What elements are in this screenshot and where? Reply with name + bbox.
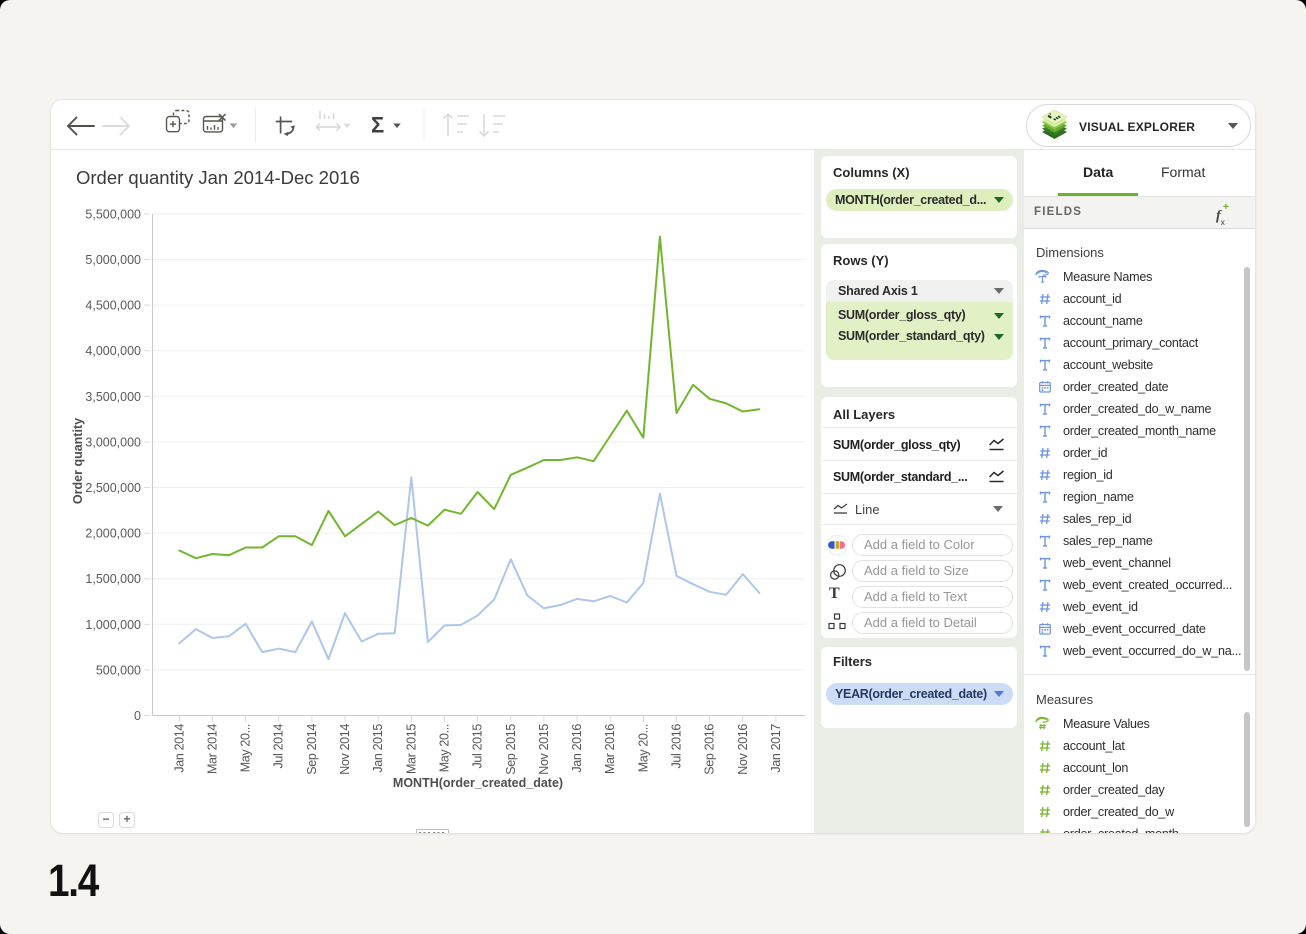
svg-text:Sep 2014: Sep 2014 <box>305 724 319 775</box>
svg-text:0: 0 <box>134 709 141 723</box>
svg-text:5,500,000: 5,500,000 <box>85 207 141 221</box>
svg-text:Jan 2014: Jan 2014 <box>172 724 186 773</box>
svg-text:Σ: Σ <box>371 113 384 138</box>
svg-text:Mar 2015: Mar 2015 <box>404 724 418 774</box>
svg-text:3,500,000: 3,500,000 <box>85 390 141 404</box>
svg-text:1,500,000: 1,500,000 <box>85 572 141 586</box>
svg-text:Jul 2016: Jul 2016 <box>670 724 684 769</box>
svg-text:5,000,000: 5,000,000 <box>85 253 141 267</box>
svg-text:4,000,000: 4,000,000 <box>85 344 141 358</box>
svg-text:3,000,000: 3,000,000 <box>85 435 141 449</box>
svg-text:Nov 2016: Nov 2016 <box>736 724 750 775</box>
svg-text:1,000,000: 1,000,000 <box>85 618 141 632</box>
svg-text:MONTH(order_created_date): MONTH(order_created_date) <box>393 776 563 790</box>
svg-text:May 20...: May 20... <box>636 724 650 772</box>
svg-text:Sep 2016: Sep 2016 <box>703 724 717 775</box>
svg-text:Nov 2014: Nov 2014 <box>338 724 352 775</box>
svg-text:2,000,000: 2,000,000 <box>85 527 141 541</box>
svg-text:Mar 2014: Mar 2014 <box>205 724 219 774</box>
svg-text:4,500,000: 4,500,000 <box>85 299 141 313</box>
svg-text:Jan 2017: Jan 2017 <box>769 724 783 773</box>
svg-text:Sep 2015: Sep 2015 <box>504 724 518 775</box>
svg-text:May 20...: May 20... <box>438 724 452 772</box>
svg-text:May 20...: May 20... <box>239 724 253 772</box>
svg-text:Jul 2015: Jul 2015 <box>471 724 485 769</box>
svg-text:Mar 2016: Mar 2016 <box>603 724 617 774</box>
svg-text:Jan 2016: Jan 2016 <box>570 724 584 773</box>
svg-text:Order quantity: Order quantity <box>71 418 85 504</box>
svg-text:500,000: 500,000 <box>96 663 141 677</box>
svg-text:Jan 2015: Jan 2015 <box>371 724 385 773</box>
svg-text:2,500,000: 2,500,000 <box>85 481 141 495</box>
svg-text:Nov 2015: Nov 2015 <box>537 724 551 775</box>
svg-text:Jul 2014: Jul 2014 <box>272 724 286 769</box>
